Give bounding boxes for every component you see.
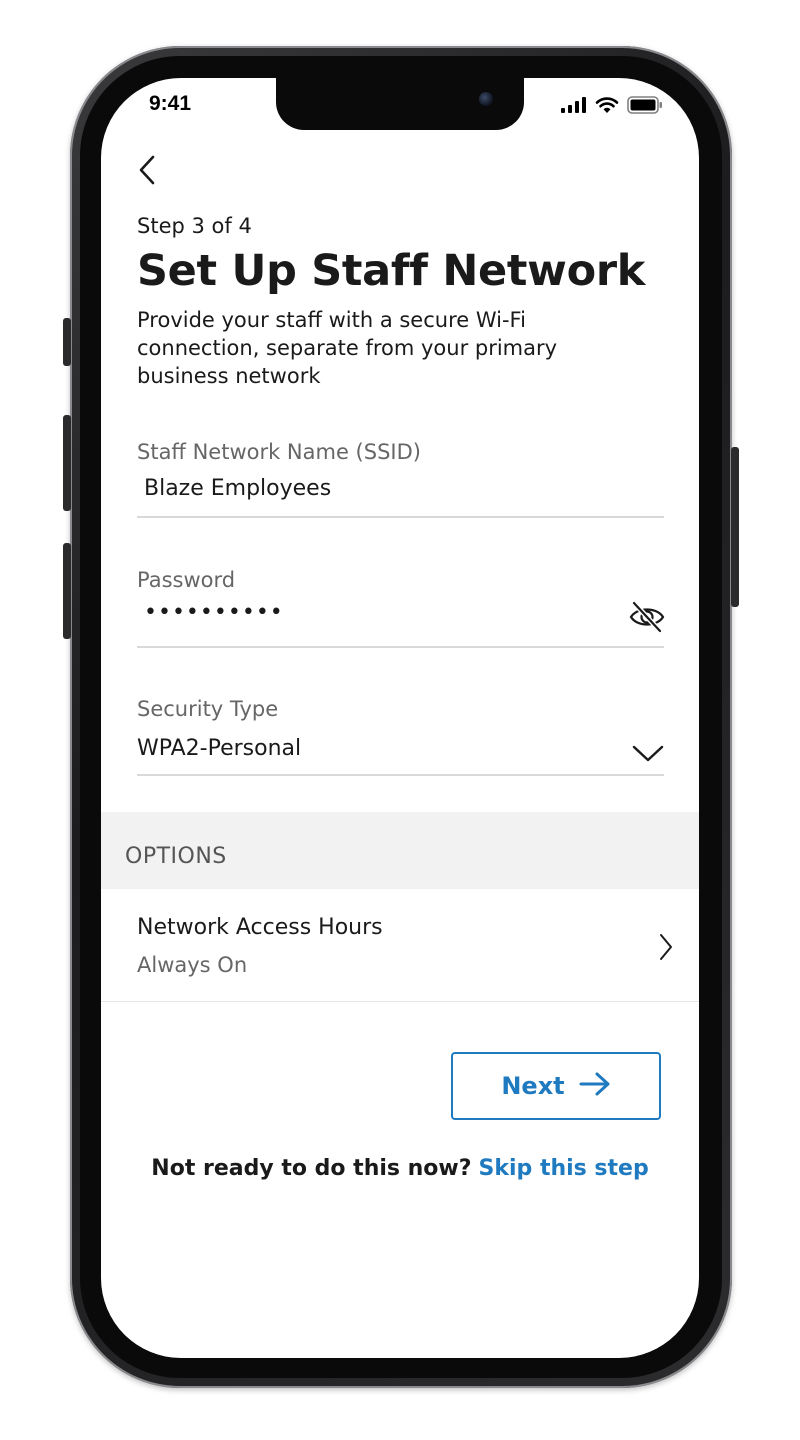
- security-type-value: WPA2-Personal: [137, 736, 302, 761]
- access-hours-value: Always On: [137, 953, 248, 977]
- phone-screen: 9:41 Step 3 of 4 Set Up Staff Network Pr…: [101, 78, 699, 1358]
- chevron-right-icon: [659, 933, 673, 961]
- ssid-field[interactable]: Staff Network Name (SSID) Blaze Employee…: [137, 436, 664, 518]
- status-time: 9:41: [149, 92, 192, 115]
- access-hours-title: Network Access Hours: [137, 915, 383, 940]
- password-input[interactable]: ••••••••••: [144, 600, 284, 625]
- next-button-label: Next: [501, 1072, 565, 1100]
- ssid-input[interactable]: Blaze Employees: [144, 476, 331, 501]
- back-button[interactable]: [137, 154, 165, 190]
- volume-up-button: [63, 415, 71, 511]
- options-section-header: OPTIONS: [101, 812, 699, 889]
- password-visibility-toggle[interactable]: [628, 600, 666, 634]
- password-field[interactable]: Password ••••••••••: [137, 566, 666, 648]
- network-access-hours-row[interactable]: Network Access Hours Always On: [101, 889, 699, 1002]
- volume-down-button: [63, 543, 71, 639]
- password-label: Password: [137, 568, 236, 592]
- page-title: Set Up Staff Network: [137, 246, 646, 296]
- page-description: Provide your staff with a secure Wi-Fi c…: [137, 308, 558, 388]
- power-button: [731, 447, 739, 607]
- skip-step-line: Not ready to do this now? Skip this step: [101, 1156, 699, 1181]
- step-indicator: Step 3 of 4: [137, 214, 252, 238]
- eye-off-icon: [628, 601, 666, 638]
- chevron-left-icon: [137, 154, 157, 190]
- ssid-label: Staff Network Name (SSID): [137, 440, 421, 464]
- options-header-label: OPTIONS: [125, 844, 227, 869]
- skip-prompt-text: Not ready to do this now?: [151, 1156, 472, 1181]
- arrow-right-icon: [579, 1071, 611, 1101]
- notch: [276, 78, 524, 130]
- next-button[interactable]: Next: [451, 1052, 661, 1120]
- security-type-select[interactable]: Security Type WPA2-Personal: [137, 694, 664, 776]
- wifi-icon: [595, 96, 619, 118]
- skip-step-link[interactable]: Skip this step: [479, 1156, 649, 1181]
- cellular-signal-icon: [561, 97, 587, 117]
- battery-icon: [627, 96, 663, 118]
- status-icons: [561, 96, 663, 118]
- front-camera: [479, 92, 493, 106]
- security-type-label: Security Type: [137, 697, 279, 721]
- chevron-down-icon: [632, 744, 664, 764]
- silent-switch: [63, 318, 71, 366]
